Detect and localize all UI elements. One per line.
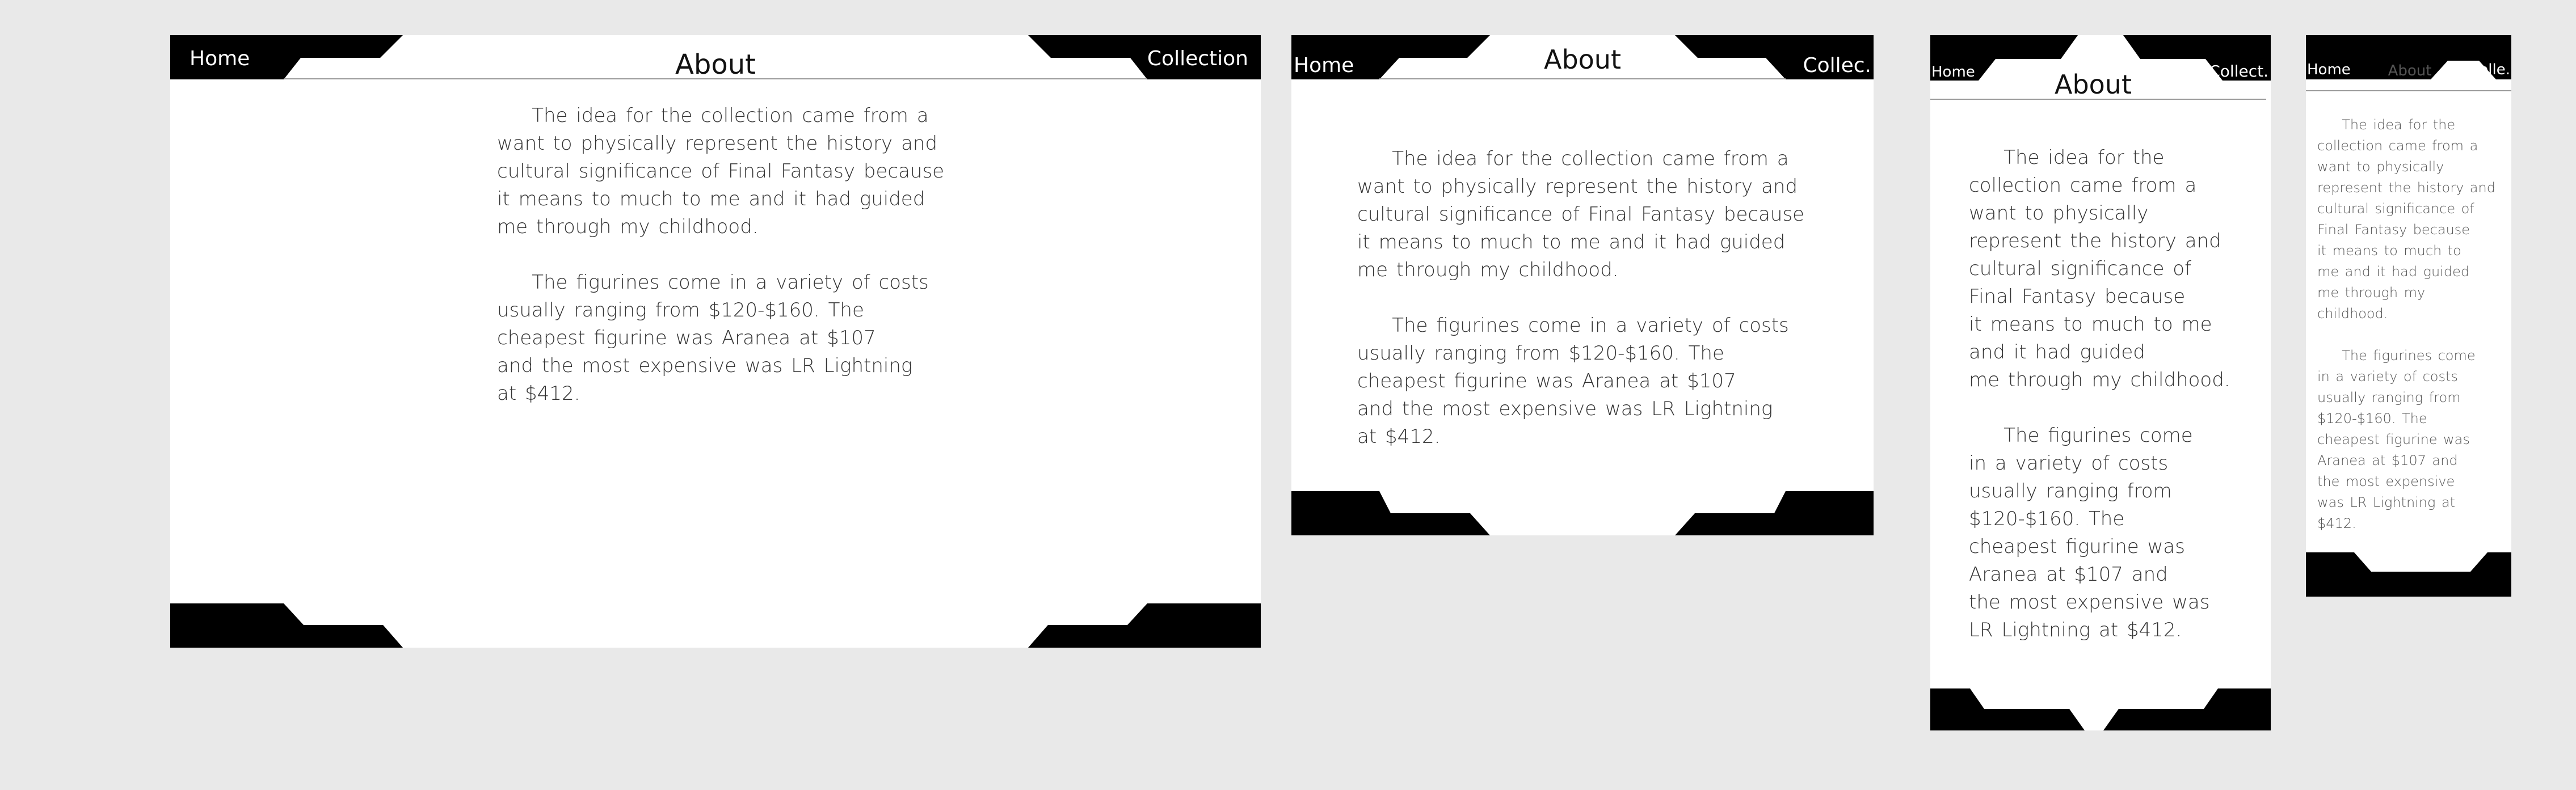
header-divider [284, 78, 1147, 79]
about-paragraph-origin: The idea for the collection came from a … [1969, 146, 2230, 391]
about-page-preview-tablet: Home Collect. About The idea for the col… [1930, 35, 2271, 730]
header-divider [1379, 78, 1786, 79]
about-body: The idea for the collection came from a … [2317, 115, 2505, 534]
about-body: The idea for the collection came from a … [1357, 145, 1822, 451]
page-title: About [2388, 62, 2432, 79]
about-paragraph-origin: The idea for the collection came from a … [497, 104, 945, 238]
about-paragraph-origin: The idea for the collection came from a … [2317, 117, 2495, 322]
header-divider [1930, 99, 2266, 100]
page-title: About [675, 49, 756, 81]
footer-left-tab [170, 603, 403, 648]
about-body: The idea for the collection came from a … [1969, 144, 2253, 644]
footer-right-tab [2103, 688, 2271, 730]
about-paragraph-pricing: The figurines come in a variety of costs… [1357, 314, 1789, 448]
about-page-preview-mobile: Home Colle. About The idea for the colle… [2306, 35, 2511, 597]
about-paragraph-origin: The idea for the collection came from a … [1357, 147, 1805, 281]
nav-home-link[interactable]: Home [2307, 62, 2351, 77]
about-page-preview-laptop: Home Collec. About The idea for the coll… [1291, 35, 1874, 535]
footer-left-tab [1930, 688, 2085, 730]
footer-left-tab [2306, 552, 2511, 597]
page-title: About [2054, 69, 2132, 100]
about-body: The idea for the collection came from a … [497, 102, 962, 408]
footer-right-tab [1675, 491, 1874, 535]
about-paragraph-pricing: The figurines come in a variety of costs… [497, 271, 929, 405]
about-page-preview-desktop: Home Collection About The idea for the c… [170, 35, 1261, 648]
footer-left-tab [1291, 491, 1490, 535]
header-divider [2306, 90, 2511, 91]
about-paragraph-pricing: The figurines come in a variety of costs… [2317, 348, 2476, 531]
footer-right-tab [1028, 603, 1261, 648]
nav-collection-link[interactable]: Colle. [2469, 62, 2510, 77]
about-paragraph-pricing: The figurines come in a variety of costs… [1969, 424, 2210, 641]
page-title: About [1543, 44, 1621, 75]
